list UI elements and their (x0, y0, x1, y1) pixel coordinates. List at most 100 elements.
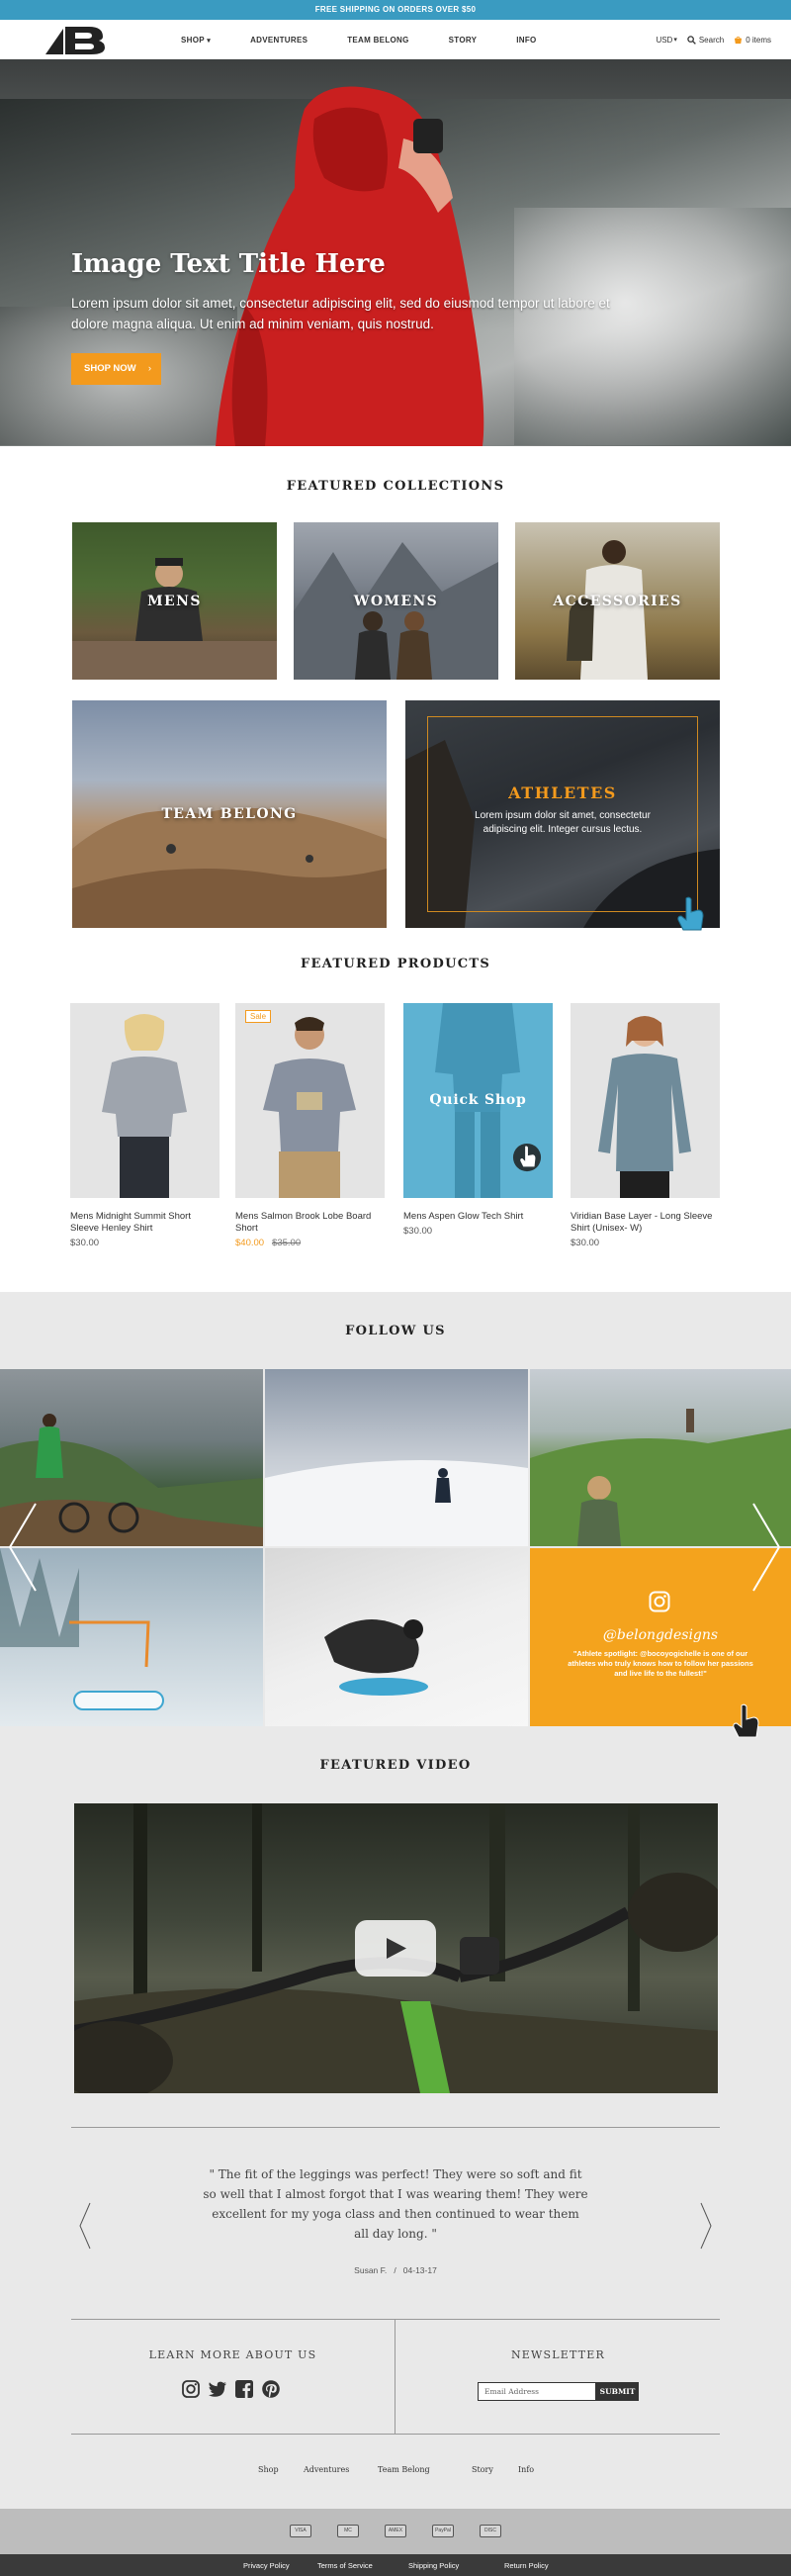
collection-womens-label: WOMENS (353, 593, 439, 609)
collection-mens[interactable]: MENS (72, 522, 277, 680)
collection-team-belong-label: TEAM BELONG (161, 806, 298, 822)
product-name[interactable]: Mens Salmon Brook Lobe Board Short (235, 1211, 385, 1235)
submit-button[interactable]: SUBMIT (596, 2382, 639, 2401)
nav-adventures[interactable]: ADVENTURES (250, 36, 308, 45)
main-nav: SHOP ▾ ADVENTURES TEAM BELONG STORY INFO (181, 20, 576, 59)
hand-cursor-icon (512, 1143, 542, 1172)
facebook-icon[interactable] (234, 2379, 254, 2399)
footer-link-info[interactable]: Info (518, 2465, 534, 2474)
learn-more-title: LEARN MORE ABOUT US (148, 2348, 317, 2361)
follow-us-title: FOLLOW US (345, 1324, 446, 1338)
instagram-handle[interactable]: @belongdesigns (530, 1627, 791, 1643)
legal-band (0, 2554, 791, 2576)
instagram-photo (0, 1548, 164, 1710)
product-name[interactable]: Viridian Base Layer - Long Sleeve Shirt … (571, 1211, 720, 1235)
footer-link-terms[interactable]: Terms of Service (317, 2561, 373, 2570)
play-button[interactable] (355, 1920, 436, 1977)
chevron-down-icon: ▾ (673, 37, 677, 44)
announcement-bar: FREE SHIPPING ON ORDERS OVER $50 (0, 0, 791, 20)
search-button[interactable]: Search (687, 36, 724, 45)
nav-team-belong[interactable]: TEAM BELONG (347, 36, 408, 45)
instagram-icon[interactable] (181, 2379, 201, 2399)
currency-selector[interactable]: USD ▾ (656, 36, 676, 45)
instagram-post[interactable] (0, 1548, 263, 1726)
product-price: $30.00 (403, 1226, 433, 1237)
product-card[interactable]: Sale Mens Salmon Brook Lobe Board Short … (235, 1003, 385, 1248)
discover-icon: DISC (480, 2525, 501, 2537)
nav-shop[interactable]: SHOP ▾ (181, 36, 211, 45)
product-card[interactable]: Quick Shop Mens Aspen Glow Tech Shirt $3… (403, 1003, 553, 1237)
twitter-icon[interactable] (208, 2379, 227, 2399)
cart-icon (735, 36, 743, 44)
paypal-icon: PayPal (432, 2525, 454, 2537)
social-links (181, 2379, 288, 2399)
product-sale-price: $40.00 (235, 1238, 265, 1248)
athletes-text: Lorem ipsum dolor sit amet, consectetur … (475, 810, 651, 835)
product-image[interactable] (70, 1003, 220, 1198)
header-utilities: USD ▾ Search 0 items (646, 20, 771, 59)
testimonial-prev-arrow[interactable] (79, 2202, 91, 2250)
play-icon (387, 1938, 406, 1959)
featured-video-player[interactable] (74, 1803, 718, 2093)
sale-badge: Sale (245, 1010, 272, 1023)
product-image[interactable]: Quick Shop (403, 1003, 553, 1198)
product-price: $30.00 (571, 1238, 600, 1248)
collection-accessories[interactable]: ACCESSORIES (515, 522, 720, 680)
product-name[interactable]: Mens Aspen Glow Tech Shirt (403, 1211, 553, 1223)
instagram-photo (0, 1414, 263, 1546)
hand-cursor-icon (733, 1703, 759, 1738)
email-input[interactable]: Email Address (478, 2382, 596, 2401)
vertical-divider (395, 2319, 396, 2434)
product-card[interactable]: Mens Midnight Summit Short Sleeve Henley… (70, 1003, 220, 1248)
divider (71, 2319, 720, 2320)
amex-icon: AMEX (385, 2525, 406, 2537)
instagram-photo (324, 1619, 428, 1696)
product-photo-base-layer (598, 1016, 691, 1198)
collection-mens-label: MENS (147, 593, 202, 609)
footer-link-privacy[interactable]: Privacy Policy (243, 2561, 290, 2570)
hand-cursor-icon (677, 896, 704, 931)
product-photo-henley (102, 1014, 187, 1198)
instagram-post[interactable] (0, 1369, 263, 1546)
search-icon (687, 35, 696, 45)
testimonial-next-arrow[interactable] (700, 2202, 712, 2250)
instagram-photo (265, 1460, 528, 1546)
product-name[interactable]: Mens Midnight Summit Short Sleeve Henley… (70, 1211, 220, 1235)
featured-products-title: FEATURED PRODUCTS (300, 957, 491, 971)
pinterest-icon[interactable] (261, 2379, 281, 2399)
featured-collections-title: FEATURED COLLECTIONS (286, 479, 505, 494)
product-price-row: $40.00 $35.00 (235, 1238, 385, 1248)
cart-button[interactable]: 0 items (734, 36, 771, 45)
collection-team-belong[interactable]: TEAM BELONG (72, 700, 387, 928)
instagram-post[interactable] (265, 1548, 528, 1726)
footer-link-shop[interactable]: Shop (258, 2465, 279, 2474)
footer-link-returns[interactable]: Return Policy (504, 2561, 549, 2570)
testimonial-quote: " The fit of the leggings was perfect! T… (203, 2167, 588, 2241)
collection-womens[interactable]: WOMENS (294, 522, 498, 680)
footer-link-shipping[interactable]: Shipping Policy (408, 2561, 459, 2570)
product-image[interactable]: Sale (235, 1003, 385, 1198)
chevron-right-icon: › (147, 363, 151, 374)
brand-logo[interactable] (45, 25, 107, 54)
instagram-post[interactable] (265, 1369, 528, 1546)
footer-link-adventures[interactable]: Adventures (304, 2465, 349, 2474)
product-image[interactable] (571, 1003, 720, 1198)
hero-banner: Image Text Title Here Lorem ipsum dolor … (0, 59, 791, 446)
athletes-title: ATHLETES (508, 783, 617, 802)
nav-info[interactable]: INFO (516, 36, 536, 45)
footer-link-team-belong[interactable]: Team Belong (378, 2465, 430, 2474)
carousel-next-arrow[interactable] (751, 1502, 781, 1593)
product-card[interactable]: Viridian Base Layer - Long Sleeve Shirt … (571, 1003, 720, 1248)
divider (71, 2127, 720, 2128)
divider (71, 2434, 720, 2435)
instagram-caption: "Athlete spotlight: @bocoyogichelle is o… (568, 1649, 753, 1678)
footer-link-story[interactable]: Story (472, 2465, 493, 2474)
nav-story[interactable]: STORY (449, 36, 478, 45)
quick-shop-label[interactable]: Quick Shop (403, 1092, 553, 1108)
collection-athletes[interactable]: ATHLETES Lorem ipsum dolor sit amet, con… (405, 700, 720, 928)
product-compare-price: $35.00 (272, 1238, 302, 1248)
featured-video-title: FEATURED VIDEO (319, 1758, 472, 1773)
carousel-prev-arrow[interactable] (8, 1502, 38, 1593)
hero-text: Lorem ipsum dolor sit amet, consectetur … (71, 296, 610, 331)
shop-now-button[interactable]: SHOP NOW › (71, 353, 161, 385)
